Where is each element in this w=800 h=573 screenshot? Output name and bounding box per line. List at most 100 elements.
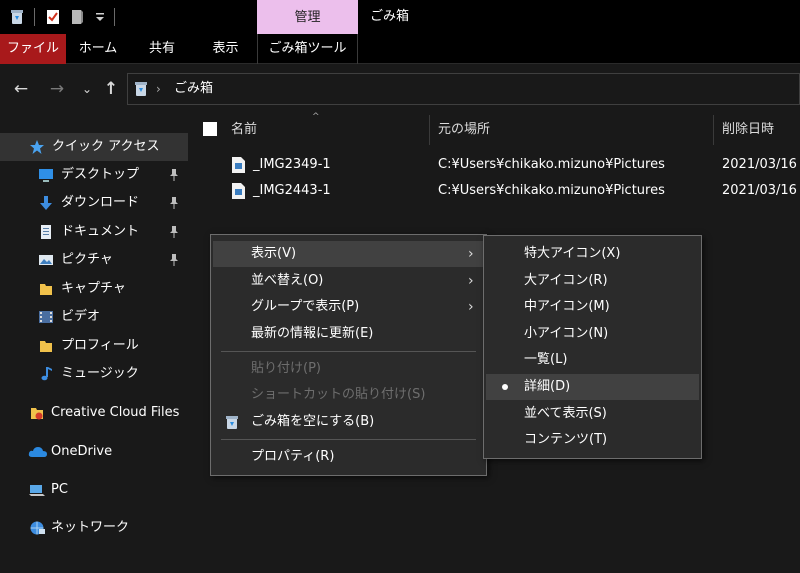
menu-item-refresh[interactable]: 最新の情報に更新(E) <box>213 321 484 347</box>
up-button[interactable]: ↑ <box>100 78 122 100</box>
column-header-name[interactable]: 名前 <box>231 115 257 145</box>
column-divider[interactable] <box>713 115 714 145</box>
menu-item-label: 最新の情報に更新(E) <box>251 326 374 341</box>
sidebar-item-downloads[interactable]: ダウンロード <box>0 189 188 217</box>
creative-cloud-icon <box>31 408 43 420</box>
menu-item-properties[interactable]: プロパティ(R) <box>213 444 484 470</box>
recycle-bin-icon <box>226 416 238 429</box>
menu-item-label: グループで表示(P) <box>251 299 360 314</box>
image-file-icon <box>232 157 245 173</box>
sidebar-item-label: PC <box>51 482 68 497</box>
menu-item-small-icons[interactable]: 小アイコン(N) <box>486 321 699 347</box>
column-header-original-location[interactable]: 元の場所 <box>438 115 490 145</box>
submenu-arrow-icon: › <box>468 246 474 262</box>
menu-item-medium-icons[interactable]: 中アイコン(M) <box>486 294 699 320</box>
folder-icon <box>40 341 52 352</box>
sidebar-item-label: ピクチャ <box>61 252 113 267</box>
submenu-arrow-icon: › <box>468 273 474 289</box>
column-divider[interactable] <box>429 115 430 145</box>
tab-home[interactable]: ホーム <box>66 34 130 64</box>
file-name: _IMG2443-1 <box>253 183 331 198</box>
menu-item-label: 詳細(D) <box>524 379 571 394</box>
sidebar-item-captures[interactable]: キャプチャ <box>0 275 188 303</box>
table-row[interactable]: _IMG2443-1 C:¥Users¥chikako.mizuno¥Pictu… <box>188 179 800 203</box>
network-icon <box>30 521 45 535</box>
tab-recycle-bin-tools[interactable]: ごみ箱ツール <box>257 34 358 64</box>
menu-item-label: 特大アイコン(X) <box>524 246 621 261</box>
tab-share[interactable]: 共有 <box>130 34 194 64</box>
sidebar-item-label: ビデオ <box>61 309 101 324</box>
title-bar: 管理 ごみ箱 <box>0 0 800 34</box>
column-header-date-deleted[interactable]: 削除日時 <box>722 115 774 145</box>
pin-icon[interactable] <box>168 196 180 210</box>
menu-item-label: 並べ替え(O) <box>251 273 324 288</box>
desktop-icon <box>39 169 53 182</box>
menu-item-label: 表示(V) <box>251 246 297 261</box>
video-icon <box>39 311 53 323</box>
tab-file[interactable]: ファイル <box>0 34 66 64</box>
select-all-checkbox[interactable] <box>203 122 217 136</box>
menu-item-label: コンテンツ(T) <box>524 432 608 447</box>
new-folder-icon[interactable] <box>68 8 86 26</box>
menu-item-content[interactable]: コンテンツ(T) <box>486 427 699 453</box>
sidebar-item-pc[interactable]: PC <box>0 476 188 504</box>
view-submenu: 特大アイコン(X) 大アイコン(R) 中アイコン(M) 小アイコン(N) 一覧(… <box>483 235 702 459</box>
original-location: C:¥Users¥chikako.mizuno¥Pictures <box>438 157 665 172</box>
navigation-bar: ← → ⌄ ↑ › ごみ箱 <box>0 65 800 115</box>
menu-item-paste[interactable]: 貼り付け(P) <box>213 356 484 382</box>
menu-item-large-icons[interactable]: 大アイコン(R) <box>486 268 699 294</box>
download-icon <box>40 196 52 210</box>
tab-manage[interactable]: 管理 <box>257 0 358 34</box>
menu-item-label: 貼り付け(P) <box>251 361 321 376</box>
pin-icon[interactable] <box>168 225 180 239</box>
sidebar-item-creative-cloud[interactable]: Creative Cloud Files <box>0 399 188 427</box>
sidebar-item-onedrive[interactable]: OneDrive <box>0 438 188 466</box>
sidebar-item-label: ダウンロード <box>61 195 140 210</box>
sidebar-item-documents[interactable]: ドキュメント <box>0 218 188 246</box>
customize-toolbar-icon[interactable] <box>91 8 109 26</box>
image-file-icon <box>232 183 245 199</box>
tab-view[interactable]: 表示 <box>194 34 257 64</box>
menu-item-group-by[interactable]: グループで表示(P) › <box>213 294 484 320</box>
table-row[interactable]: _IMG2349-1 C:¥Users¥chikako.mizuno¥Pictu… <box>188 153 800 177</box>
sidebar-item-music[interactable]: ミュージック <box>0 360 188 388</box>
menu-item-tiles[interactable]: 並べて表示(S) <box>486 401 699 427</box>
star-icon <box>30 140 44 154</box>
menu-separator <box>221 351 476 352</box>
music-icon <box>41 367 52 381</box>
back-button[interactable]: ← <box>10 78 32 100</box>
document-icon <box>41 225 51 239</box>
pin-icon[interactable] <box>168 253 180 267</box>
sidebar-item-profile[interactable]: プロフィール <box>0 332 188 360</box>
sidebar-item-network[interactable]: ネットワーク <box>0 514 188 542</box>
sidebar-item-label: ネットワーク <box>51 520 130 535</box>
sidebar-item-videos[interactable]: ビデオ <box>0 303 188 331</box>
forward-button[interactable]: → <box>46 78 68 100</box>
menu-item-view[interactable]: 表示(V) › <box>213 241 484 267</box>
breadcrumb-location[interactable]: ごみ箱 <box>174 74 213 104</box>
properties-icon[interactable] <box>44 8 62 26</box>
menu-item-list[interactable]: 一覧(L) <box>486 347 699 373</box>
folder-icon <box>40 284 52 295</box>
file-name: _IMG2349-1 <box>253 157 331 172</box>
sidebar-item-desktop[interactable]: デスクトップ <box>0 161 188 189</box>
menu-item-empty-recycle-bin[interactable]: ごみ箱を空にする(B) <box>213 409 484 435</box>
menu-item-label: 並べて表示(S) <box>524 406 607 421</box>
menu-item-paste-shortcut[interactable]: ショートカットの貼り付け(S) <box>213 382 484 408</box>
recycle-bin-icon[interactable] <box>8 8 26 26</box>
sidebar-item-label: OneDrive <box>51 444 113 459</box>
sidebar-item-quick-access[interactable]: クイック アクセス <box>0 133 188 161</box>
pictures-icon <box>39 255 53 265</box>
menu-item-label: プロパティ(R) <box>251 449 335 464</box>
breadcrumb-chevron[interactable]: › <box>156 74 161 104</box>
menu-item-label: ショートカットの貼り付け(S) <box>251 387 426 402</box>
sidebar-item-pictures[interactable]: ピクチャ <box>0 246 188 274</box>
menu-item-details[interactable]: 詳細(D) <box>486 374 699 400</box>
menu-item-sort-by[interactable]: 並べ替え(O) › <box>213 268 484 294</box>
pin-icon[interactable] <box>168 168 180 182</box>
address-bar[interactable]: › ごみ箱 <box>127 73 800 105</box>
recent-locations-button[interactable]: ⌄ <box>76 78 98 100</box>
menu-item-extra-large-icons[interactable]: 特大アイコン(X) <box>486 241 699 267</box>
ribbon-tabs: ファイル ホーム 共有 表示 ごみ箱ツール <box>0 34 800 64</box>
recycle-bin-icon <box>135 82 147 96</box>
